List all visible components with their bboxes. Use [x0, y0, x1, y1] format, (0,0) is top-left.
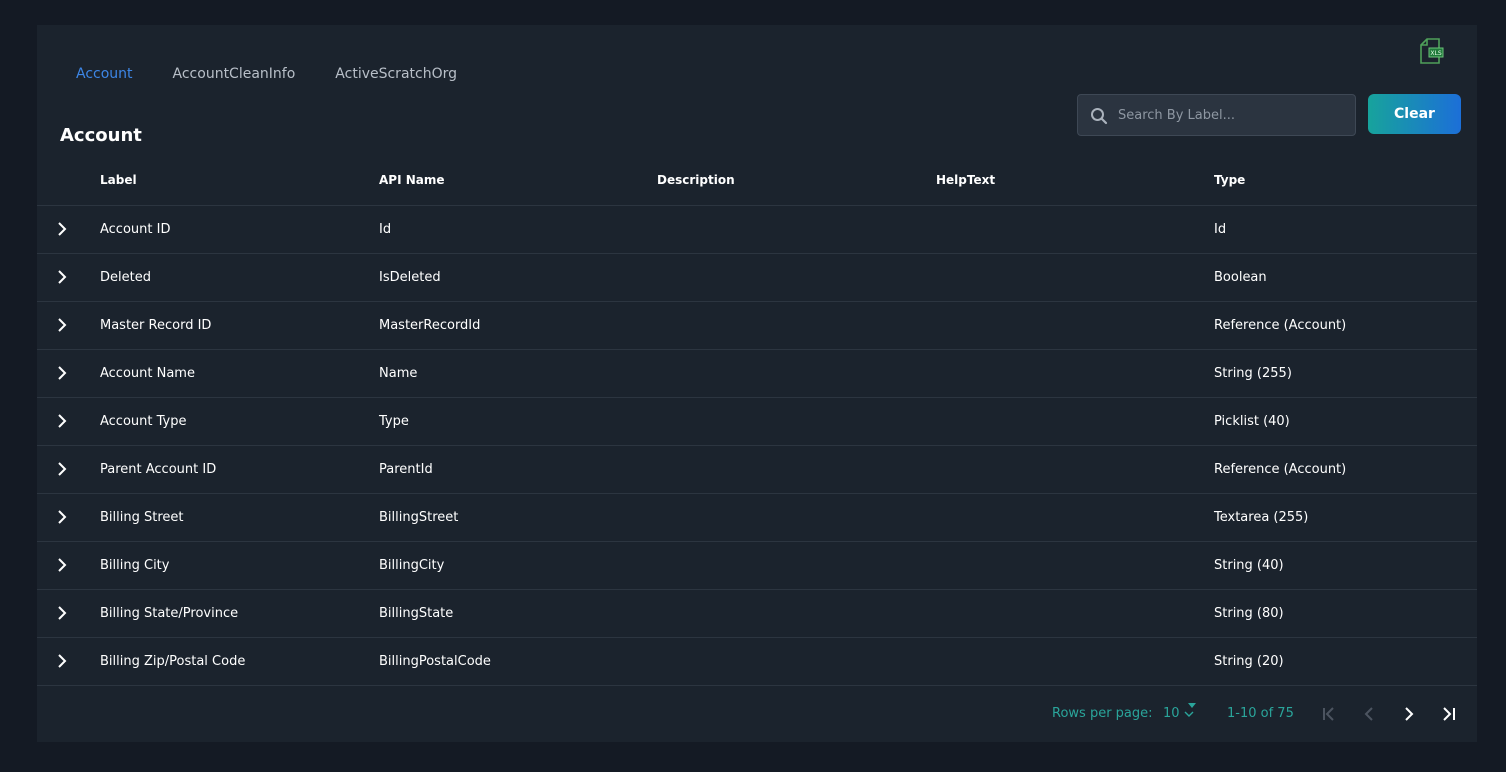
page-title: Account — [60, 125, 142, 146]
cell-type: Reference (Account) — [1214, 318, 1347, 333]
chevron-right-icon[interactable] — [53, 316, 71, 334]
search-icon — [1091, 108, 1108, 125]
cell-type: Id — [1214, 222, 1227, 237]
table-row: Account ID Id Id — [37, 206, 1477, 254]
rows-per-page-select[interactable]: 10 — [1163, 706, 1194, 721]
next-page-icon[interactable] — [1398, 703, 1420, 725]
cell-type: String (255) — [1214, 366, 1292, 381]
column-header-helptext: HelpText — [936, 173, 996, 187]
table-header: Label API Name Description HelpText Type — [37, 157, 1477, 206]
table-row: Billing Street BillingStreet Textarea (255… — [37, 494, 1477, 542]
table-row: Parent Account ID ParentId Reference (Acco… — [37, 446, 1477, 494]
cell-type: String (80) — [1214, 606, 1284, 621]
tab-account[interactable]: Account — [76, 66, 133, 82]
fields-table: Label API Name Description HelpText Type… — [37, 157, 1477, 686]
chevron-down-icon — [1184, 711, 1194, 717]
cell-api-name: BillingStreet — [379, 510, 459, 525]
chevron-right-icon[interactable] — [53, 508, 71, 526]
cell-type: String (20) — [1214, 654, 1284, 669]
cell-label: Deleted — [100, 270, 151, 285]
table-row: Billing Zip/Postal Code BillingPostalCode… — [37, 638, 1477, 686]
excel-export-icon[interactable]: XLS — [1416, 37, 1446, 67]
cell-api-name: Type — [379, 414, 409, 429]
cell-label: Billing Zip/Postal Code — [100, 654, 246, 669]
cell-label: Account ID — [100, 222, 171, 237]
cell-api-name: MasterRecordId — [379, 318, 481, 333]
chevron-right-icon[interactable] — [53, 556, 71, 574]
table-row: Account Type Type Picklist (40) — [37, 398, 1477, 446]
pagination-range: 1-10 of 75 — [1227, 706, 1294, 721]
column-header-api-name: API Name — [379, 173, 445, 187]
first-page-icon[interactable] — [1318, 703, 1340, 725]
table-row: Deleted IsDeleted Boolean — [37, 254, 1477, 302]
cell-type: Boolean — [1214, 270, 1267, 285]
cell-label: Account Name — [100, 366, 195, 381]
pagination-bar: Rows per page: 10 1-10 of 75 — [37, 687, 1477, 742]
search-input[interactable] — [1118, 95, 1348, 135]
rows-per-page-value: 10 — [1163, 706, 1180, 721]
cell-api-name: ParentId — [379, 462, 433, 477]
main-panel: XLS Account AccountCleanInfo ActiveScrat… — [37, 25, 1477, 742]
table-row: Master Record ID MasterRecordId Reference … — [37, 302, 1477, 350]
last-page-icon[interactable] — [1438, 703, 1460, 725]
search-box — [1077, 94, 1356, 136]
cell-type: String (40) — [1214, 558, 1284, 573]
column-header-description: Description — [657, 173, 735, 187]
cell-api-name: BillingCity — [379, 558, 445, 573]
chevron-right-icon[interactable] — [53, 604, 71, 622]
cell-type: Reference (Account) — [1214, 462, 1347, 477]
cell-api-name: Id — [379, 222, 392, 237]
chevron-right-icon[interactable] — [53, 460, 71, 478]
table-row: Billing City BillingCity String (40) — [37, 542, 1477, 590]
cell-api-name: BillingState — [379, 606, 454, 621]
table-body: Account ID Id Id Deleted IsDeleted Boolean Mas… — [37, 206, 1477, 686]
chevron-right-icon[interactable] — [53, 220, 71, 238]
previous-page-icon[interactable] — [1358, 703, 1380, 725]
tab-account-clean-info[interactable]: AccountCleanInfo — [173, 66, 296, 82]
cell-label: Billing State/Province — [100, 606, 239, 621]
cell-api-name: Name — [379, 366, 418, 381]
tab-active-scratch-org[interactable]: ActiveScratchOrg — [335, 66, 457, 82]
cell-label: Billing Street — [100, 510, 184, 525]
column-header-type: Type — [1214, 173, 1246, 187]
svg-text:XLS: XLS — [1430, 50, 1441, 57]
chevron-right-icon[interactable] — [53, 364, 71, 382]
cell-api-name: BillingPostalCode — [379, 654, 491, 669]
chevron-right-icon[interactable] — [53, 412, 71, 430]
clear-button[interactable]: Clear — [1368, 94, 1461, 134]
table-row: Account Name Name String (255) — [37, 350, 1477, 398]
cell-label: Master Record ID — [100, 318, 212, 333]
tab-bar: Account AccountCleanInfo ActiveScratchOr… — [76, 66, 497, 82]
cell-label: Account Type — [100, 414, 187, 429]
cell-label: Billing City — [100, 558, 170, 573]
cell-type: Picklist (40) — [1214, 414, 1290, 429]
chevron-right-icon[interactable] — [53, 268, 71, 286]
rows-per-page-label: Rows per page: — [1052, 706, 1153, 721]
cell-label: Parent Account ID — [100, 462, 217, 477]
cell-api-name: IsDeleted — [379, 270, 441, 285]
column-header-label: Label — [100, 173, 137, 187]
chevron-right-icon[interactable] — [53, 652, 71, 670]
table-row: Billing State/Province BillingState String… — [37, 590, 1477, 638]
cell-type: Textarea (255) — [1214, 510, 1309, 525]
